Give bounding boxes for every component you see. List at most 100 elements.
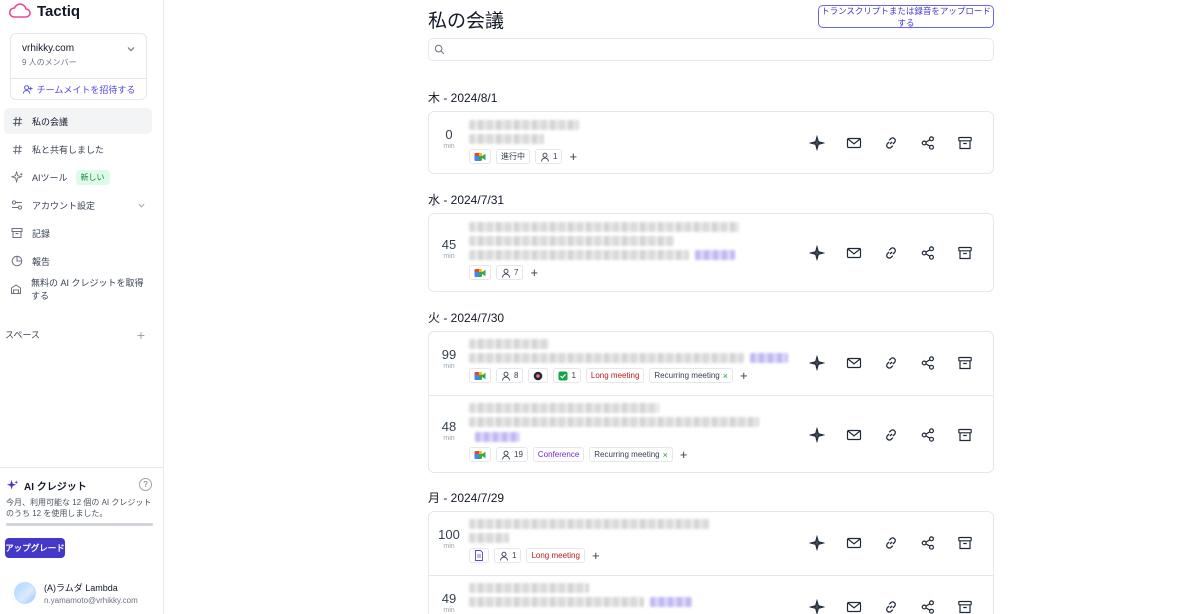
sidebar-item-label: 私の会議 xyxy=(32,116,69,127)
mail-icon[interactable] xyxy=(846,427,862,443)
label-text: Conference xyxy=(537,450,580,459)
mail-icon[interactable] xyxy=(846,355,862,371)
sparkle-icon xyxy=(6,479,19,492)
meeting-row[interactable]: 0 min 進行中 1 + xyxy=(429,112,993,173)
share-icon[interactable] xyxy=(920,599,936,614)
redacted-link[interactable] xyxy=(695,250,735,260)
archive-icon[interactable] xyxy=(957,135,973,151)
meeting-actions xyxy=(809,244,973,261)
sidebar-item-my-meetings[interactable]: 私の会議 xyxy=(4,108,152,134)
link-icon[interactable] xyxy=(883,135,899,151)
share-icon[interactable] xyxy=(920,535,936,551)
link-icon[interactable] xyxy=(883,245,899,261)
hash-icon xyxy=(10,114,24,128)
logo[interactable]: Tactiq xyxy=(9,2,80,20)
sidebar-item-ai-tools[interactable]: AIツール 新しい xyxy=(4,164,152,190)
redacted-link[interactable] xyxy=(475,432,520,442)
redacted-text xyxy=(469,533,509,543)
sidebar-item-shared-with-me[interactable]: 私と共有しました xyxy=(4,136,152,162)
mail-icon[interactable] xyxy=(846,245,862,261)
pie-chart-icon xyxy=(10,254,24,268)
participants-tag[interactable]: 1 xyxy=(535,149,563,164)
add-tag-button[interactable]: + xyxy=(592,549,600,562)
app-icon xyxy=(533,371,543,381)
upgrade-button[interactable]: アップグレード xyxy=(5,538,65,558)
mail-icon[interactable] xyxy=(846,135,862,151)
archive-icon[interactable] xyxy=(957,427,973,443)
ai-sparkle-icon[interactable] xyxy=(809,599,825,614)
share-icon[interactable] xyxy=(920,355,936,371)
chevron-down-icon[interactable] xyxy=(137,201,146,210)
redacted-text xyxy=(469,222,739,232)
share-icon[interactable] xyxy=(920,427,936,443)
sidebar-item-label: アカウント設定 xyxy=(32,200,96,211)
ai-sparkle-icon[interactable] xyxy=(809,244,825,261)
ai-sparkle-icon[interactable] xyxy=(809,426,825,443)
user-profile[interactable]: (A)ラムダ Lambda n.yamamoto@vrhikky.com xyxy=(14,581,138,605)
ai-sparkle-icon[interactable] xyxy=(809,535,825,551)
google-meet-tag[interactable] xyxy=(469,447,491,462)
link-icon[interactable] xyxy=(883,535,899,551)
participants-tag[interactable]: 8 xyxy=(496,368,524,383)
meeting-row[interactable]: 99 min 8 1 Long meeting Recurring meeting × + xyxy=(429,332,993,394)
label-tag[interactable]: Conference xyxy=(532,447,585,462)
ai-sparkle-icon[interactable] xyxy=(809,134,825,151)
google-meet-tag[interactable] xyxy=(469,368,491,383)
search-input[interactable] xyxy=(449,42,979,58)
link-icon[interactable] xyxy=(883,427,899,443)
archive-icon[interactable] xyxy=(957,355,973,371)
meeting-row[interactable]: 48 min 19 Conference Recurring meeting × + xyxy=(429,395,993,472)
remove-label-icon[interactable]: × xyxy=(723,371,728,381)
link-icon[interactable] xyxy=(883,355,899,371)
status-tag[interactable]: 進行中 xyxy=(496,149,530,164)
link-icon[interactable] xyxy=(883,599,899,614)
redacted-link[interactable] xyxy=(750,353,788,363)
share-icon[interactable] xyxy=(920,245,936,261)
remove-label-icon[interactable]: × xyxy=(663,450,668,460)
sidebar-item-archive[interactable]: 記録 xyxy=(4,220,152,246)
meeting-row[interactable]: 49 min xyxy=(429,575,993,614)
meeting-tags: 7 + xyxy=(469,265,538,280)
sidebar-item-free-credits[interactable]: 無料の AI クレジットを取得する xyxy=(4,276,152,302)
participants-tag[interactable]: 1 xyxy=(494,548,522,563)
document-tag[interactable] xyxy=(469,548,489,563)
label-tag[interactable]: Long meeting xyxy=(526,548,585,563)
label-tag[interactable]: Recurring meeting × xyxy=(589,447,673,462)
meeting-row[interactable]: 45 min 7 + xyxy=(429,214,993,291)
google-meet-tag[interactable] xyxy=(469,265,491,280)
label-tag[interactable]: Recurring meeting × xyxy=(649,368,734,383)
ai-sparkle-icon[interactable] xyxy=(809,355,825,371)
chevron-down-icon[interactable] xyxy=(126,44,136,54)
page-title: 私の会議 xyxy=(428,11,505,32)
add-tag-button[interactable]: + xyxy=(680,448,688,461)
mail-icon[interactable] xyxy=(846,599,862,614)
archive-icon[interactable] xyxy=(957,599,973,614)
participants-tag[interactable]: 19 xyxy=(496,447,528,462)
people-icon xyxy=(501,450,511,460)
sidebar: Tactiq vrhikky.com 9 人のメンバー チームメイトを招待する … xyxy=(0,0,164,614)
sidebar-item-reports[interactable]: 報告 xyxy=(4,248,152,274)
share-icon[interactable] xyxy=(920,135,936,151)
label-tag[interactable]: Long meeting xyxy=(585,368,645,383)
redacted-link[interactable] xyxy=(650,597,692,607)
sidebar-nav: 私の会議 私と共有しました AIツール 新しい アカウント設定 記録 報告 無料… xyxy=(4,108,152,304)
archive-icon[interactable] xyxy=(957,535,973,551)
add-tag-button[interactable]: + xyxy=(740,369,748,382)
add-space-button[interactable]: + xyxy=(137,328,145,342)
add-tag-button[interactable]: + xyxy=(530,266,538,279)
meeting-row[interactable]: 100 min 1 Long meeting + xyxy=(429,512,993,574)
workspace-switcher[interactable]: vrhikky.com 9 人のメンバー チームメイトを招待する xyxy=(10,33,147,100)
sidebar-item-account-settings[interactable]: アカウント設定 xyxy=(4,192,152,218)
participants-tag[interactable]: 7 xyxy=(496,265,524,280)
google-meet-tag[interactable] xyxy=(469,149,491,164)
search-bar[interactable] xyxy=(428,38,994,61)
add-tag-button[interactable]: + xyxy=(569,150,577,163)
action-items-tag[interactable]: 1 xyxy=(553,368,581,383)
redacted-text xyxy=(469,417,759,427)
mail-icon[interactable] xyxy=(846,535,862,551)
invite-teammate-button[interactable]: チームメイトを招待する xyxy=(11,78,146,100)
help-icon[interactable]: ? xyxy=(139,478,152,491)
app-tag[interactable] xyxy=(528,368,549,383)
upload-transcript-button[interactable]: トランスクリプトまたは録音をアップロードする xyxy=(818,5,994,28)
archive-icon[interactable] xyxy=(957,245,973,261)
